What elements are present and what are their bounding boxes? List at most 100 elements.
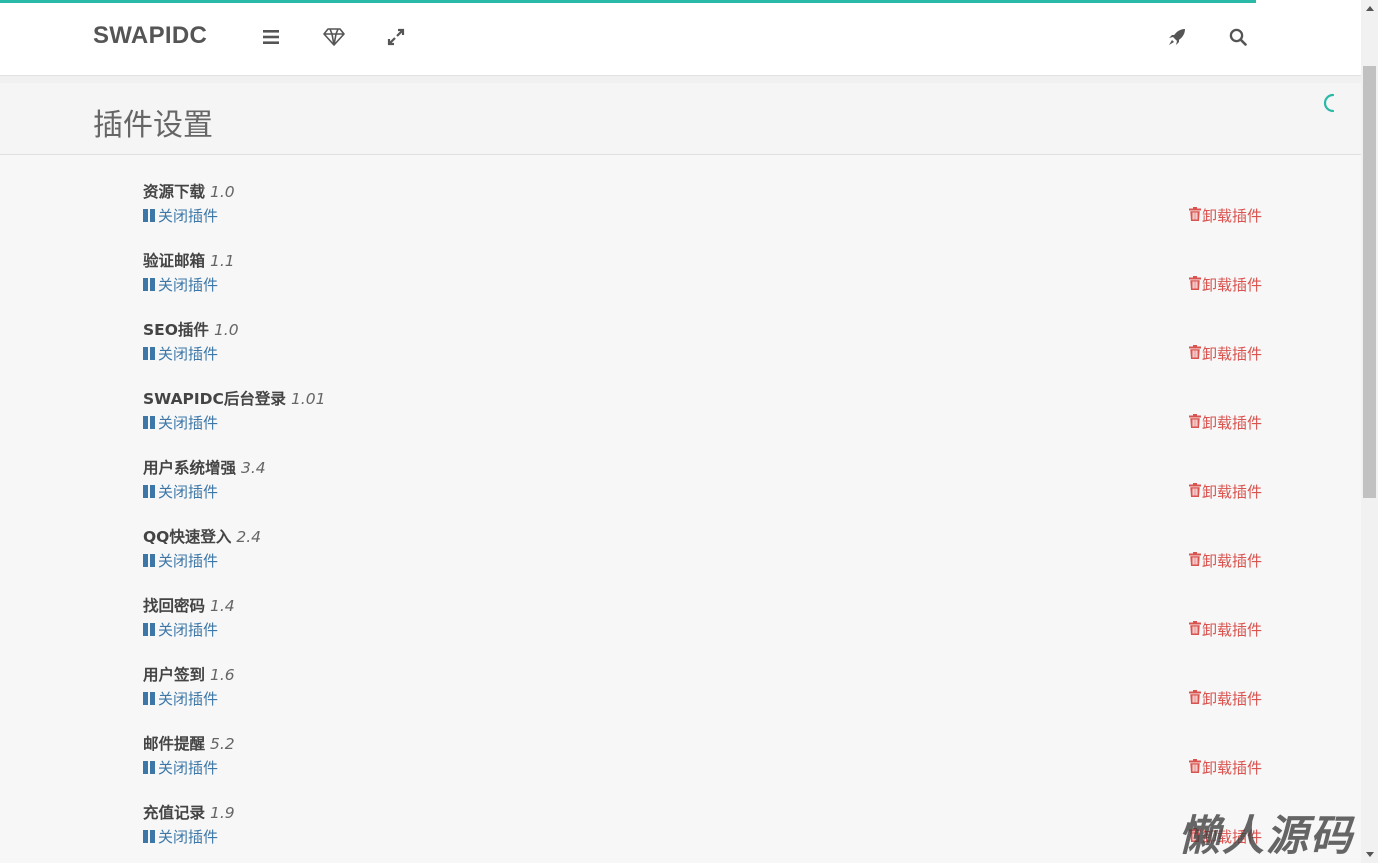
plugin-version: 1.9 — [210, 804, 235, 822]
uninstall-plugin-label: 卸载插件 — [1202, 552, 1263, 570]
disable-plugin-link[interactable]: 关闭插件 — [143, 550, 218, 571]
plugin-name: SEO插件 1.0 — [143, 318, 239, 340]
uninstall-plugin-label: 卸载插件 — [1202, 621, 1263, 639]
uninstall-plugin-link[interactable]: 卸载插件 — [1189, 619, 1262, 640]
disable-plugin-label: 关闭插件 — [158, 690, 219, 708]
plugin-row: 资源下载 1.0 关闭插件 卸载插件 — [0, 155, 1361, 226]
uninstall-plugin-label: 卸载插件 — [1202, 414, 1263, 432]
loading-spinner-icon — [1322, 93, 1338, 117]
page-title: 插件设置 — [93, 108, 213, 143]
uninstall-plugin-link[interactable]: 卸载插件 — [1189, 343, 1262, 364]
trash-icon — [1189, 827, 1201, 846]
pause-icon — [143, 830, 157, 843]
uninstall-plugin-link[interactable]: 卸载插件 — [1189, 274, 1262, 295]
uninstall-plugin-link[interactable]: 卸载插件 — [1189, 826, 1262, 847]
plugin-name: 充值记录 1.9 — [143, 801, 235, 823]
plugin-name-text: 验证邮箱 — [143, 252, 206, 270]
plugin-name-text: 充值记录 — [143, 804, 206, 822]
trash-icon — [1189, 413, 1201, 432]
scrollbar-thumb[interactable] — [1363, 66, 1376, 498]
uninstall-plugin-link[interactable]: 卸载插件 — [1189, 688, 1262, 709]
plugin-name: 验证邮箱 1.1 — [143, 249, 235, 271]
plugin-version: 5.2 — [210, 735, 235, 753]
top-navbar: SWAPIDC — [0, 0, 1361, 76]
plugin-name-text: SWAPIDC后台登录 — [143, 390, 286, 408]
trash-icon — [1189, 551, 1201, 570]
menu-icon[interactable] — [259, 25, 283, 49]
disable-plugin-link[interactable]: 关闭插件 — [143, 757, 218, 778]
header-gap — [0, 76, 1361, 83]
plugin-name-text: 用户签到 — [143, 666, 206, 684]
plugin-row: 用户系统增强 3.4 关闭插件 卸载插件 — [0, 431, 1361, 502]
plugin-name: 找回密码 1.4 — [143, 594, 235, 616]
plugin-version: 1.1 — [210, 252, 235, 270]
trash-icon — [1189, 620, 1201, 639]
plugin-version: 1.0 — [210, 183, 235, 201]
uninstall-plugin-link[interactable]: 卸载插件 — [1189, 550, 1262, 571]
plugin-name-text: SEO插件 — [143, 321, 209, 339]
scroll-down-arrow-icon[interactable] — [1361, 846, 1378, 863]
diamond-icon[interactable] — [322, 25, 346, 49]
pause-icon — [143, 278, 157, 291]
plugin-name: 邮件提醒 5.2 — [143, 732, 235, 754]
pause-icon — [143, 347, 157, 360]
uninstall-plugin-label: 卸载插件 — [1202, 759, 1263, 777]
plugin-row: 用户签到 1.6 关闭插件 卸载插件 — [0, 638, 1361, 709]
disable-plugin-label: 关闭插件 — [158, 345, 219, 363]
plugin-name-text: 邮件提醒 — [143, 735, 206, 753]
disable-plugin-link[interactable]: 关闭插件 — [143, 619, 218, 640]
trash-icon — [1189, 344, 1201, 363]
plugin-version: 1.4 — [210, 597, 235, 615]
trash-icon — [1189, 758, 1201, 777]
disable-plugin-label: 关闭插件 — [158, 414, 219, 432]
uninstall-plugin-label: 卸载插件 — [1202, 483, 1263, 501]
disable-plugin-label: 关闭插件 — [158, 207, 219, 225]
search-icon[interactable] — [1226, 25, 1250, 49]
plugin-row: 验证邮箱 1.1 关闭插件 卸载插件 — [0, 224, 1361, 295]
plugin-row: SEO插件 1.0 关闭插件 卸载插件 — [0, 293, 1361, 364]
disable-plugin-label: 关闭插件 — [158, 276, 219, 294]
plugin-version: 1.6 — [210, 666, 235, 684]
trash-icon — [1189, 482, 1201, 501]
vertical-scrollbar[interactable] — [1361, 0, 1378, 863]
disable-plugin-label: 关闭插件 — [158, 483, 219, 501]
uninstall-plugin-link[interactable]: 卸载插件 — [1189, 412, 1262, 433]
disable-plugin-link[interactable]: 关闭插件 — [143, 481, 218, 502]
uninstall-plugin-label: 卸载插件 — [1202, 276, 1263, 294]
pause-icon — [143, 623, 157, 636]
plugin-version: 2.4 — [236, 528, 262, 546]
plugin-version: 1.0 — [213, 321, 239, 339]
uninstall-plugin-link[interactable]: 卸载插件 — [1189, 757, 1262, 778]
disable-plugin-link[interactable]: 关闭插件 — [143, 205, 218, 226]
uninstall-plugin-link[interactable]: 卸载插件 — [1189, 481, 1262, 502]
expand-icon[interactable] — [384, 25, 408, 49]
plugin-row: 找回密码 1.4 关闭插件 卸载插件 — [0, 569, 1361, 640]
disable-plugin-label: 关闭插件 — [158, 759, 219, 777]
plugin-name-text: 找回密码 — [143, 597, 206, 615]
trash-icon — [1189, 689, 1201, 708]
plugin-row: QQ快速登入 2.4 关闭插件 卸载插件 — [0, 500, 1361, 571]
uninstall-plugin-label: 卸载插件 — [1202, 828, 1263, 846]
pause-icon — [143, 485, 157, 498]
uninstall-plugin-link[interactable]: 卸载插件 — [1189, 205, 1262, 226]
disable-plugin-link[interactable]: 关闭插件 — [143, 274, 218, 295]
trash-icon — [1189, 275, 1201, 294]
plugin-row: 充值记录 1.9 关闭插件 卸载插件 — [0, 776, 1361, 847]
trash-icon — [1189, 206, 1201, 225]
scroll-up-arrow-icon[interactable] — [1361, 0, 1378, 17]
plugin-name: SWAPIDC后台登录 1.01 — [143, 387, 325, 409]
disable-plugin-label: 关闭插件 — [158, 828, 219, 846]
rocket-icon[interactable] — [1165, 25, 1189, 49]
brand-logo[interactable]: SWAPIDC — [93, 22, 207, 50]
plugin-name-text: 用户系统增强 — [143, 459, 237, 477]
pause-icon — [143, 209, 157, 222]
plugin-list: 资源下载 1.0 关闭插件 卸载插件 验证邮箱 1.1 关闭插件 卸载插件 SEO插… — [0, 155, 1361, 847]
disable-plugin-label: 关闭插件 — [158, 621, 219, 639]
disable-plugin-link[interactable]: 关闭插件 — [143, 826, 218, 847]
disable-plugin-link[interactable]: 关闭插件 — [143, 688, 218, 709]
pause-icon — [143, 692, 157, 705]
disable-plugin-link[interactable]: 关闭插件 — [143, 412, 218, 433]
plugin-name-text: QQ快速登入 — [143, 528, 232, 546]
disable-plugin-link[interactable]: 关闭插件 — [143, 343, 218, 364]
plugin-name-text: 资源下载 — [143, 183, 206, 201]
